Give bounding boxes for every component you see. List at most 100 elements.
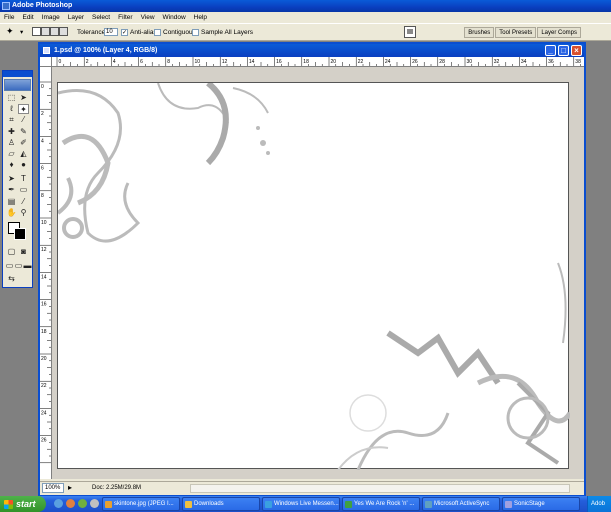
quicklaunch-desktop-icon[interactable] xyxy=(78,499,87,508)
tolerance-value[interactable]: 10 xyxy=(104,28,118,37)
anti-alias-checkbox[interactable]: ✓ Anti-alias xyxy=(121,28,157,38)
quicklaunch-ie-icon[interactable] xyxy=(54,499,63,508)
taskbar-button-photoshop[interactable]: Adob xyxy=(587,496,611,512)
shape-tool-icon[interactable]: ▭ xyxy=(18,185,29,195)
tab-layer-comps[interactable]: Layer Comps xyxy=(537,27,581,38)
selection-mode-icons[interactable] xyxy=(32,27,68,41)
screen-mode-full-icon[interactable]: ▬ xyxy=(22,261,33,271)
anti-alias-label: Anti-alias xyxy=(130,29,157,36)
menu-layer[interactable]: Layer xyxy=(64,12,88,23)
tab-tool-presets[interactable]: Tool Presets xyxy=(495,27,537,38)
minimize-button[interactable]: _ xyxy=(545,45,556,56)
ruler-label: 14 xyxy=(249,59,255,65)
ruler-label: 0 xyxy=(41,84,44,90)
task-label: Downloads xyxy=(194,501,224,507)
menu-view[interactable]: View xyxy=(137,12,159,23)
ruler-origin[interactable] xyxy=(40,57,52,67)
healing-brush-icon[interactable]: ✚ xyxy=(6,127,17,137)
menu-file[interactable]: File xyxy=(0,12,18,23)
menu-edit[interactable]: Edit xyxy=(18,12,37,23)
tool-preset-dropdown-icon[interactable]: ▾ xyxy=(20,28,23,38)
palette-well-icon[interactable] xyxy=(404,26,416,42)
taskbar-button-activesync[interactable]: Microsoft ActiveSync xyxy=(422,497,500,511)
contiguous-checkbox[interactable]: Contiguous xyxy=(154,28,196,38)
type-tool-icon[interactable]: T xyxy=(18,174,29,184)
ruler-label: 22 xyxy=(358,59,364,65)
ornament-blade-top xyxy=(205,80,229,166)
dodge-tool-icon[interactable]: ● xyxy=(18,160,29,170)
ornament-dot xyxy=(256,126,260,130)
status-bar: 100% ▸ Doc: 2.25M/29.8M xyxy=(40,481,584,495)
magic-wand-tool-icon[interactable]: ✦ xyxy=(18,104,29,114)
document-icon xyxy=(43,47,50,54)
ruler-label: 4 xyxy=(113,59,116,65)
ruler-label: 24 xyxy=(385,59,391,65)
quicklaunch-media-icon[interactable] xyxy=(66,499,75,508)
move-tool-icon[interactable]: ➤ xyxy=(18,93,29,103)
magic-wand-icon[interactable]: ✦ xyxy=(6,26,14,36)
jump-to-imageready-icon[interactable]: ⇆ xyxy=(6,274,17,284)
ruler-label: 26 xyxy=(412,59,418,65)
sample-all-layers-box[interactable] xyxy=(192,28,199,36)
sample-all-layers-checkbox[interactable]: Sample All Layers xyxy=(192,28,253,38)
pen-tool-icon[interactable]: ✒ xyxy=(6,185,17,195)
anti-alias-check-icon[interactable]: ✓ xyxy=(121,28,128,36)
slice-tool-icon[interactable]: ⁄ xyxy=(18,115,29,125)
taskbar-button-sonicstage[interactable]: SonicStage xyxy=(502,497,580,511)
taskbar-button-music[interactable]: Yes We Are Rock 'n' ... xyxy=(342,497,420,511)
document-title-bar[interactable]: 1.psd @ 100% (Layer 4, RGB/8) _ □ × xyxy=(40,44,584,57)
start-button[interactable]: start xyxy=(0,496,46,512)
quicklaunch-app-icon[interactable] xyxy=(90,499,99,508)
brush-tool-icon[interactable]: ✎ xyxy=(18,127,29,137)
ruler-label: 24 xyxy=(41,410,47,416)
ornament-wheel-right xyxy=(506,396,550,440)
app-title-bar[interactable]: Adobe Photoshop xyxy=(0,0,611,12)
blur-tool-icon[interactable]: ♦ xyxy=(6,160,17,170)
maximize-button[interactable]: □ xyxy=(558,45,569,56)
path-selection-icon[interactable]: ➤ xyxy=(6,174,17,184)
quick-mask-icon[interactable]: ◙ xyxy=(18,247,29,257)
image-file-icon xyxy=(105,501,112,508)
gradient-tool-icon[interactable]: ◭ xyxy=(18,149,29,159)
horizontal-scrollbar[interactable] xyxy=(190,484,570,493)
tab-brushes[interactable]: Brushes xyxy=(464,27,495,38)
media-player-icon xyxy=(345,501,352,508)
menu-window[interactable]: Window xyxy=(159,12,190,23)
zoom-field[interactable]: 100% xyxy=(42,483,64,493)
doc-size-readout: Doc: 2.25M/29.8M xyxy=(92,485,142,491)
taskbar-button-messenger[interactable]: Windows Live Messen... xyxy=(262,497,340,511)
eraser-tool-icon[interactable]: ▱ xyxy=(6,149,17,159)
taskbar-button-skintone[interactable]: skintone.jpg (JPEG I... xyxy=(102,497,180,511)
ruler-label: 12 xyxy=(41,247,47,253)
toolbox-header[interactable] xyxy=(3,71,32,77)
menu-help[interactable]: Help xyxy=(190,12,211,23)
zoom-tool-icon[interactable]: ⚲ xyxy=(18,208,29,218)
photoshop-icon xyxy=(2,2,10,10)
ornament-curl-left xyxy=(56,177,74,215)
ruler-label: 16 xyxy=(41,302,47,308)
status-menu-icon[interactable]: ▸ xyxy=(68,483,72,493)
taskbar-button-downloads[interactable]: Downloads xyxy=(182,497,260,511)
standard-mode-icon[interactable]: ▢ xyxy=(6,247,17,257)
menu-select[interactable]: Select xyxy=(88,12,114,23)
photoshop-feather-icon[interactable] xyxy=(4,79,31,91)
history-brush-icon[interactable]: ✐ xyxy=(18,138,29,148)
horizontal-ruler[interactable]: 0 2 4 6 8 10 12 14 16 18 20 22 24 26 28 30 32 34 36 38 xyxy=(52,57,584,67)
menu-filter[interactable]: Filter xyxy=(114,12,136,23)
task-label: Microsoft ActiveSync xyxy=(434,501,490,507)
clone-stamp-icon[interactable]: ♙ xyxy=(6,138,17,148)
tolerance-input[interactable]: 10 xyxy=(104,28,118,38)
notes-tool-icon[interactable]: ▤ xyxy=(6,197,17,207)
hand-tool-icon[interactable]: ✋ xyxy=(6,208,17,218)
lasso-tool-icon[interactable]: ℓ xyxy=(6,104,17,114)
contiguous-box[interactable] xyxy=(154,28,161,36)
vertical-ruler[interactable]: 0 2 4 6 8 10 12 14 16 18 20 22 24 26 xyxy=(40,67,52,479)
crop-tool-icon[interactable]: ⌗ xyxy=(6,115,17,125)
image-canvas[interactable] xyxy=(56,80,573,471)
eyedropper-icon[interactable]: ⁄ xyxy=(18,197,29,207)
close-button[interactable]: × xyxy=(571,45,582,56)
menu-image[interactable]: Image xyxy=(38,12,64,23)
marquee-tool-icon[interactable]: ⬚ xyxy=(6,93,17,103)
background-color-swatch[interactable] xyxy=(14,228,26,240)
options-bar: ✦ ▾ Tolerance: 10 ✓ Anti-alias Contiguous… xyxy=(0,23,611,41)
